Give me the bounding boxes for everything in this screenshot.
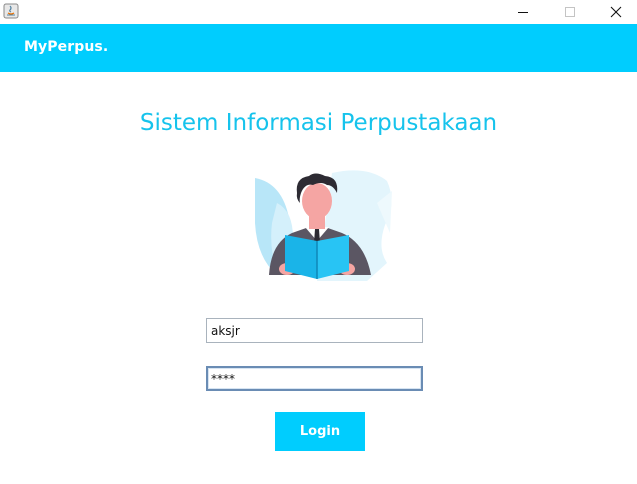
page-title: Sistem Informasi Perpustakaan xyxy=(139,110,498,136)
password-field[interactable] xyxy=(206,366,423,391)
maximize-icon xyxy=(565,7,575,17)
app-header: MyPerpus. xyxy=(0,24,637,72)
maximize-button[interactable] xyxy=(547,0,593,24)
minimize-icon xyxy=(518,12,528,13)
app-window: MyPerpus. Sistem Informasi Perpustakaan xyxy=(0,0,637,484)
minimize-button[interactable] xyxy=(500,0,546,24)
person-reading-book-illustration xyxy=(247,163,397,288)
close-button[interactable] xyxy=(593,0,637,24)
login-button[interactable]: Login xyxy=(275,412,365,451)
brand-logo-text: MyPerpus. xyxy=(24,39,109,55)
username-field[interactable] xyxy=(206,318,423,343)
window-titlebar[interactable] xyxy=(0,0,637,24)
close-icon xyxy=(610,6,622,18)
java-icon[interactable] xyxy=(3,3,19,19)
